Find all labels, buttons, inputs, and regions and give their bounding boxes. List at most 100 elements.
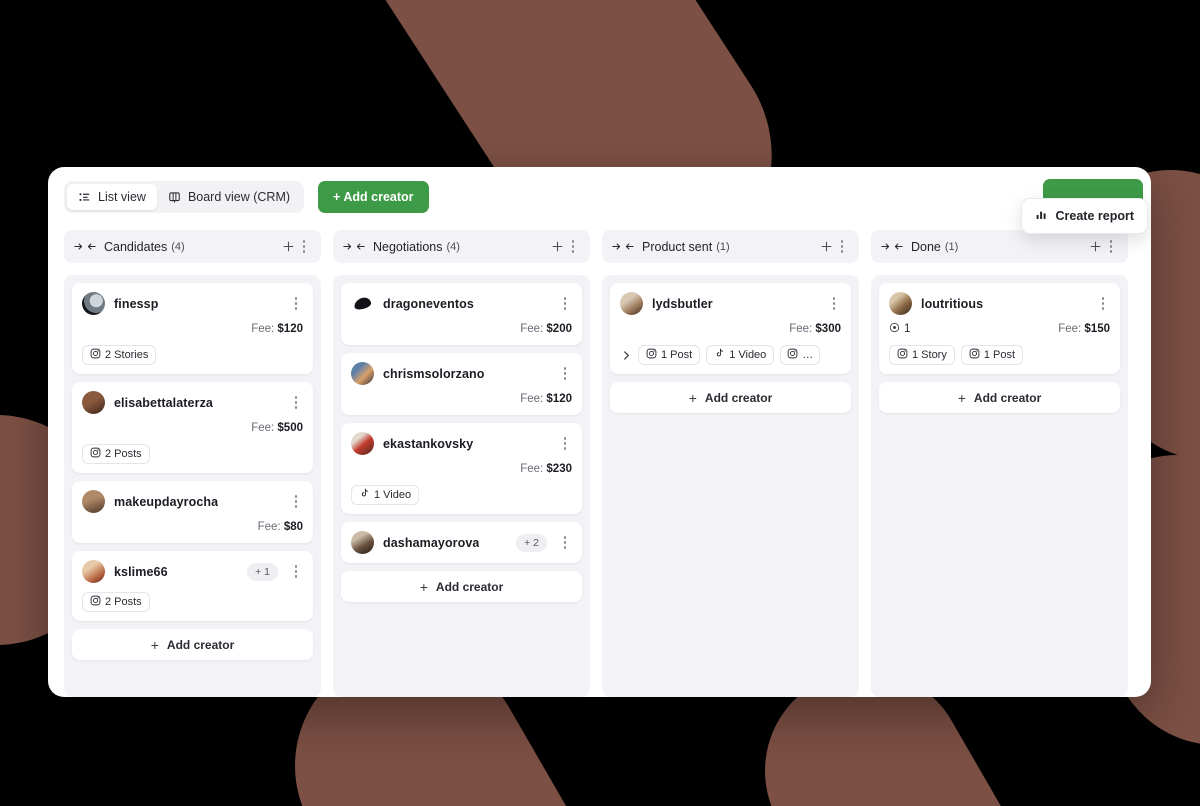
create-report-button[interactable]: Create report: [1020, 198, 1148, 234]
fee-label: Fee:: [251, 421, 275, 434]
deliverable-tag[interactable]: 2 Posts: [82, 592, 150, 612]
card-more-icon[interactable]: [289, 563, 303, 581]
create-report-label: Create report: [1055, 209, 1135, 223]
avatar: [82, 490, 105, 513]
creator-card[interactable]: loutritious 1 Fee: $150 1 Story 1 Post: [879, 283, 1120, 374]
instagram-icon: [787, 348, 798, 362]
creator-name: kslime66: [114, 564, 168, 579]
collapse-horizontal-icon[interactable]: [881, 241, 903, 252]
fee-label-wrap: Fee: $120: [520, 393, 572, 405]
column-add-creator-button[interactable]: + Add creator: [72, 629, 313, 660]
fee-label: Fee:: [520, 322, 544, 335]
creator-card[interactable]: chrismsolorzano Fee: $120: [341, 353, 582, 415]
card-meta-row: Fee: $230: [351, 461, 572, 476]
column-title: Candidates: [104, 239, 168, 254]
card-more-icon[interactable]: [289, 394, 303, 412]
creator-card[interactable]: lydsbutler Fee: $300 1 Post 1 Video…: [610, 283, 851, 374]
creator-card[interactable]: dragoneventos Fee: $200: [341, 283, 582, 345]
column-body-done: loutritious 1 Fee: $150 1 Story 1 Post + Add c…: [871, 275, 1128, 697]
fee-label-wrap: Fee: $230: [520, 463, 572, 475]
card-meta-row: 1 Fee: $150: [889, 321, 1110, 336]
deliverable-tag-label: 2 Posts: [105, 448, 142, 460]
fee-label: Fee:: [789, 322, 813, 335]
tab-board-view-label: Board view (CRM): [187, 190, 291, 204]
list-icon: [78, 191, 91, 204]
avatar: [82, 391, 105, 414]
card-more-icon[interactable]: [558, 534, 572, 552]
column-add-icon[interactable]: [817, 238, 835, 256]
column-add-creator-button[interactable]: + Add creator: [341, 571, 582, 602]
deliverable-tags: 1 Post 1 Video …: [620, 345, 841, 365]
column-title: Done: [911, 239, 941, 254]
card-more-icon[interactable]: [558, 295, 572, 313]
deliverable-tag[interactable]: 1 Video: [351, 485, 420, 505]
avatar: [351, 292, 374, 315]
column-add-icon[interactable]: [1086, 238, 1104, 256]
card-more-icon[interactable]: [827, 295, 841, 313]
card-meta-row: Fee: $500: [82, 420, 303, 435]
deliverable-tag-label: 2 Posts: [105, 596, 142, 608]
column-header-done: Done (1): [871, 230, 1128, 263]
add-creator-button[interactable]: + Add creator: [318, 181, 429, 213]
column-add-icon[interactable]: [279, 238, 297, 256]
creator-card[interactable]: kslime66 + 1 2 Posts: [72, 551, 313, 621]
extra-count-badge[interactable]: + 1: [247, 562, 278, 581]
fee-value: $120: [546, 392, 572, 405]
creator-card[interactable]: finessp Fee: $120 2 Stories: [72, 283, 313, 374]
fee-label-wrap: Fee: $80: [258, 521, 303, 533]
column-more-icon[interactable]: [1104, 238, 1118, 256]
extra-count-badge[interactable]: + 2: [516, 533, 547, 552]
deliverable-tag[interactable]: 2 Posts: [82, 444, 150, 464]
board-column-candidates: Candidates (4) finessp Fee: $120 2 Stories el…: [64, 230, 321, 697]
card-more-icon[interactable]: [558, 435, 572, 453]
deliverable-tag[interactable]: …: [780, 345, 821, 365]
creator-card[interactable]: elisabettalaterza Fee: $500 2 Posts: [72, 382, 313, 473]
column-add-icon[interactable]: [548, 238, 566, 256]
instagram-icon: [646, 348, 657, 362]
tab-list-view[interactable]: List view: [67, 184, 157, 210]
deliverable-tag[interactable]: 1 Story: [889, 345, 955, 365]
board-icon: [168, 191, 181, 204]
avatar: [889, 292, 912, 315]
fee-value: $230: [546, 462, 572, 475]
column-more-icon[interactable]: [835, 238, 849, 256]
card-header: kslime66 + 1: [82, 560, 303, 583]
deliverable-tag-label: 1 Video: [729, 349, 767, 361]
avatar: [351, 362, 374, 385]
creator-card[interactable]: dashamayorova + 2: [341, 522, 582, 563]
card-more-icon[interactable]: [289, 493, 303, 511]
column-add-creator-button[interactable]: + Add creator: [879, 382, 1120, 413]
instagram-icon: [90, 348, 101, 362]
collapse-horizontal-icon[interactable]: [612, 241, 634, 252]
tiktok-icon: [714, 348, 725, 362]
creator-name: lydsbutler: [652, 296, 713, 311]
deliverable-tag-label: 2 Stories: [105, 349, 149, 361]
creator-card[interactable]: ekastankovsky Fee: $230 1 Video: [341, 423, 582, 514]
column-body-negotiations: dragoneventos Fee: $200 chrismsolorzano Fee…: [333, 275, 590, 697]
eye-icon: [889, 322, 900, 336]
creator-card[interactable]: makeupdayrocha Fee: $80: [72, 481, 313, 543]
card-header: dragoneventos: [351, 292, 572, 315]
deliverable-tag[interactable]: 2 Stories: [82, 345, 157, 365]
app-window: List view Board view (CRM) + Add creator: [48, 167, 1151, 697]
deliverable-tag[interactable]: 1 Post: [960, 345, 1024, 365]
deliverable-tag[interactable]: 1 Post: [638, 345, 701, 365]
fee-value: $200: [546, 322, 572, 335]
chevron-right-icon[interactable]: [620, 350, 632, 361]
column-more-icon[interactable]: [297, 238, 311, 256]
card-more-icon[interactable]: [1096, 295, 1110, 313]
column-add-creator-button[interactable]: + Add creator: [610, 382, 851, 413]
fee-label: Fee:: [257, 520, 281, 533]
card-more-icon[interactable]: [558, 365, 572, 383]
tab-board-view[interactable]: Board view (CRM): [157, 184, 301, 210]
column-add-creator-label: Add creator: [704, 390, 773, 405]
column-more-icon[interactable]: [566, 238, 580, 256]
fee-label: Fee:: [520, 392, 544, 405]
deliverable-tag[interactable]: 1 Video: [706, 345, 775, 365]
column-count: (1): [944, 240, 959, 253]
fee-value: $500: [277, 421, 303, 434]
card-more-icon[interactable]: [289, 295, 303, 313]
collapse-horizontal-icon[interactable]: [343, 241, 365, 252]
deliverable-tag-label: 1 Post: [983, 349, 1016, 361]
collapse-horizontal-icon[interactable]: [74, 241, 96, 252]
